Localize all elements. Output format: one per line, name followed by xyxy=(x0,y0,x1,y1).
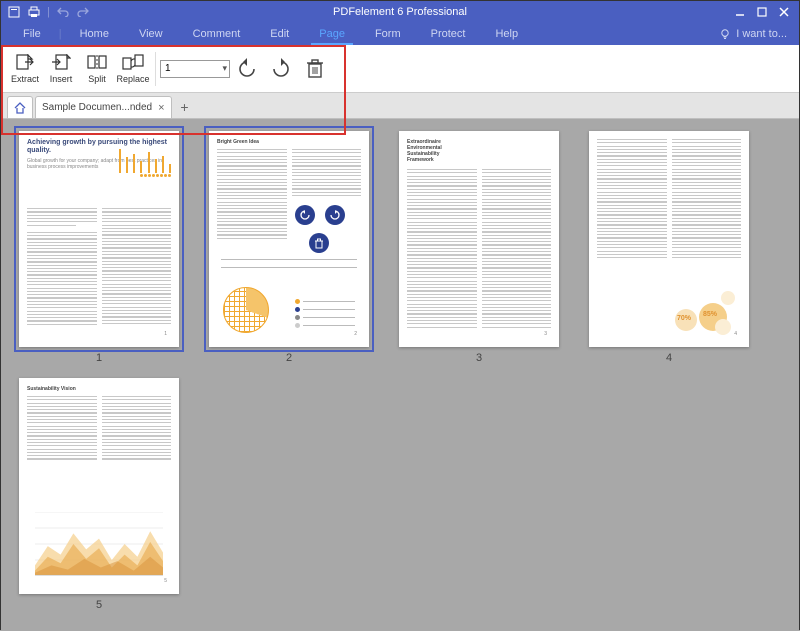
page5-area-chart xyxy=(35,512,163,576)
undo-icon[interactable] xyxy=(56,5,70,19)
page4-bubbles: 70% 85% xyxy=(671,289,741,339)
page-number-value: 1 xyxy=(165,63,171,74)
extract-label: Extract xyxy=(11,74,39,84)
menubar: File | Home View Comment Edit Page Form … xyxy=(1,23,799,45)
insert-icon xyxy=(50,53,72,73)
close-button[interactable] xyxy=(775,5,793,19)
menu-protect[interactable]: Protect xyxy=(417,25,480,43)
i-want-to-label: I want to... xyxy=(736,28,787,40)
toolbar-separator xyxy=(155,52,156,86)
page-thumbnail-5[interactable]: Sustainability Vision xyxy=(19,378,179,594)
page3-heading: Extraordinaire Environmental Sustainabil… xyxy=(407,139,467,163)
split-label: Split xyxy=(88,74,106,84)
split-button[interactable]: Split xyxy=(79,53,115,84)
menu-file[interactable]: File xyxy=(9,25,55,43)
page2-pie-chart xyxy=(223,287,269,333)
minimize-button[interactable] xyxy=(731,5,749,19)
menu-view[interactable]: View xyxy=(125,25,177,43)
insert-button[interactable]: Insert xyxy=(43,53,79,84)
i-want-to[interactable]: I want to... xyxy=(719,28,799,40)
page1-bar-chart xyxy=(119,143,171,173)
document-tab-title: Sample Documen...nded xyxy=(42,102,152,113)
extract-icon xyxy=(14,53,36,73)
menu-home[interactable]: Home xyxy=(66,25,123,43)
page-number-3: 3 xyxy=(476,352,482,364)
page5-heading: Sustainability Vision xyxy=(27,386,171,392)
split-icon xyxy=(86,53,108,73)
menu-help[interactable]: Help xyxy=(481,25,532,43)
page2-legend xyxy=(295,299,355,331)
tab-strip: Sample Documen...nded × + xyxy=(1,93,799,119)
replace-label: Replace xyxy=(116,74,149,84)
page-number-4: 4 xyxy=(666,352,672,364)
menu-edit[interactable]: Edit xyxy=(256,25,303,43)
delete-button[interactable] xyxy=(302,56,328,82)
extract-button[interactable]: Extract xyxy=(7,53,43,84)
replace-button[interactable]: Replace xyxy=(115,53,151,84)
thumbnail-grid[interactable]: Achieving growth by pursuing the highest… xyxy=(1,119,799,631)
document-tab[interactable]: Sample Documen...nded × xyxy=(35,96,172,118)
replace-icon xyxy=(122,53,144,73)
app-title: PDFelement 6 Professional xyxy=(333,6,467,18)
page-thumbnail-4[interactable]: 70% 85% 4 xyxy=(589,131,749,347)
menu-form[interactable]: Form xyxy=(361,25,415,43)
titlebar: | PDFelement 6 Professional xyxy=(1,1,799,23)
page-number-5: 5 xyxy=(96,599,102,611)
home-icon xyxy=(13,102,27,114)
menu-page[interactable]: Page xyxy=(305,25,359,43)
chevron-down-icon: ▾ xyxy=(222,63,227,74)
rotate-ccw-button[interactable] xyxy=(234,56,260,82)
app-icon xyxy=(7,5,21,19)
page2-heading: Bright Green Idea xyxy=(217,139,361,145)
rotate-cw-button[interactable] xyxy=(268,56,294,82)
tab-close-button[interactable]: × xyxy=(158,102,164,114)
page-thumbnail-2[interactable]: Bright Green Idea xyxy=(209,131,369,347)
insert-label: Insert xyxy=(50,74,73,84)
maximize-button[interactable] xyxy=(753,5,771,19)
page-thumbnail-1[interactable]: Achieving growth by pursuing the highest… xyxy=(19,131,179,347)
bulb-icon xyxy=(719,28,731,40)
menu-comment[interactable]: Comment xyxy=(179,25,255,43)
print-icon[interactable] xyxy=(27,5,41,19)
page-number-1: 1 xyxy=(96,352,102,364)
new-tab-button[interactable]: + xyxy=(174,96,196,118)
page-number-2: 2 xyxy=(286,352,292,364)
redo-icon[interactable] xyxy=(76,5,90,19)
page-number-input[interactable]: 1 ▾ xyxy=(160,60,230,78)
home-tab[interactable] xyxy=(7,96,33,118)
page-toolbar: Extract Insert Split Replace 1 ▾ xyxy=(1,45,799,93)
page-thumbnail-3[interactable]: Extraordinaire Environmental Sustainabil… xyxy=(399,131,559,347)
